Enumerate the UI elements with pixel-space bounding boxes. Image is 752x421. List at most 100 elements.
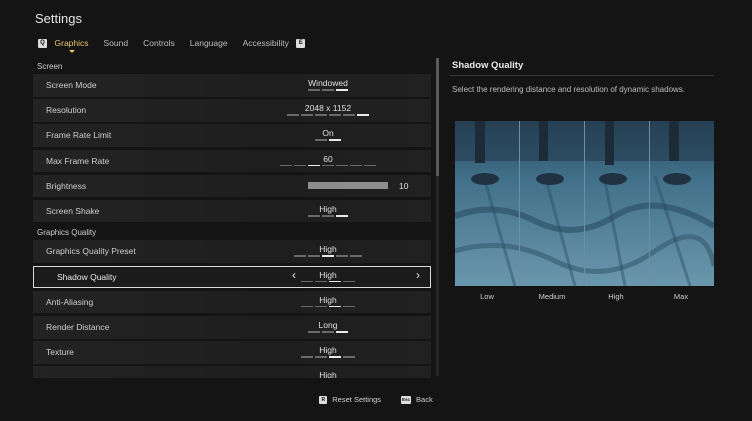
option-indicator-wrap <box>253 240 403 262</box>
option-segment <box>301 280 313 283</box>
back-button[interactable]: Esc Back <box>401 395 433 404</box>
option-indicator <box>253 331 403 333</box>
option-segment <box>329 356 341 358</box>
setting-row[interactable]: Max Frame Rate 60 <box>33 149 431 173</box>
option-indicator <box>253 305 403 308</box>
quality-label-high: High <box>608 292 624 301</box>
option-segment <box>322 89 334 91</box>
option-segment <box>329 305 341 308</box>
setting-row[interactable]: Screen Shake High <box>33 199 431 223</box>
option-segment <box>301 114 313 116</box>
option-segment <box>315 305 327 308</box>
section-header: Screen <box>37 62 63 71</box>
option-indicator-wrap <box>253 341 403 363</box>
setting-row[interactable]: Render Distance Long <box>33 316 431 339</box>
option-indicator <box>253 280 403 283</box>
option-segment <box>315 139 327 141</box>
option-indicator <box>253 255 403 258</box>
option-segment <box>343 305 355 308</box>
option-segment <box>308 89 320 91</box>
setting-label: Max Frame Rate <box>46 155 110 166</box>
option-indicator <box>253 114 403 116</box>
setting-row[interactable]: Resolution 2048 x 1152 <box>33 99 431 122</box>
option-indicator-wrap <box>253 366 403 378</box>
option-segment <box>343 356 355 358</box>
setting-row[interactable]: Anti-Aliasing High <box>33 290 431 314</box>
chevron-right-icon[interactable]: › <box>416 268 420 282</box>
reset-label: Reset Settings <box>332 395 382 404</box>
quality-label-low: Low <box>480 292 494 301</box>
setting-label: Resolution <box>46 105 87 116</box>
back-label: Back <box>416 395 433 404</box>
details-title: Shadow Quality <box>452 60 524 71</box>
option-indicator-wrap <box>253 316 403 338</box>
footer-bar: R Reset Settings Esc Back <box>0 395 752 404</box>
option-indicator <box>253 214 403 217</box>
option-segment <box>308 164 320 167</box>
setting-row[interactable]: Texture High <box>33 341 431 364</box>
option-segment <box>343 280 355 283</box>
option-segment <box>315 280 327 283</box>
setting-row[interactable]: High <box>33 366 431 378</box>
tab-graphics[interactable]: Graphics <box>55 38 89 48</box>
setting-label: Graphics Quality Preset <box>46 246 136 257</box>
option-indicator-wrap <box>253 74 403 96</box>
setting-label: Texture <box>46 347 74 358</box>
option-segment <box>315 114 327 116</box>
reset-key: R <box>319 395 328 404</box>
setting-label: Shadow Quality <box>57 271 117 282</box>
quality-label-medium: Medium <box>538 292 566 301</box>
option-segment <box>357 114 369 116</box>
option-indicator <box>253 356 403 358</box>
option-segment <box>336 255 348 258</box>
setting-row[interactable]: Shadow Quality High ‹ › <box>33 265 431 289</box>
option-segment <box>350 164 362 167</box>
option-segment <box>343 114 355 116</box>
setting-row[interactable]: Brightness 10 <box>33 174 431 198</box>
option-segment <box>301 356 313 358</box>
tab-prev-key[interactable]: Q <box>38 38 47 48</box>
setting-label: Frame Rate Limit <box>46 130 112 141</box>
preview-divider <box>584 121 585 286</box>
setting-row[interactable]: Screen Mode Windowed <box>33 74 431 97</box>
setting-row[interactable]: Frame Rate Limit On <box>33 124 431 147</box>
tab-sound[interactable]: Sound <box>104 38 129 48</box>
option-segment <box>364 164 376 167</box>
option-segment <box>301 305 313 308</box>
quality-label-max: Max <box>673 292 689 301</box>
tab-controls[interactable]: Controls <box>143 38 175 48</box>
option-segment <box>336 164 348 167</box>
page-title: Settings <box>35 11 82 26</box>
option-segment <box>294 255 306 258</box>
option-segment <box>287 114 299 116</box>
brightness-slider[interactable] <box>308 181 388 189</box>
scrollbar[interactable] <box>436 58 439 376</box>
tab-next-key[interactable]: E <box>296 38 306 48</box>
option-segment <box>308 255 320 258</box>
option-indicator-wrap <box>253 99 403 121</box>
shadow-quality-preview-image <box>455 121 714 286</box>
option-segment <box>329 280 341 283</box>
option-indicator-wrap <box>253 124 403 146</box>
option-indicator-wrap <box>253 200 403 222</box>
section-header: Graphics Quality <box>37 228 97 238</box>
option-segment <box>315 356 327 358</box>
setting-label: Render Distance <box>46 322 110 332</box>
option-indicator <box>253 139 403 141</box>
details-divider <box>450 75 714 76</box>
setting-label: Screen Mode <box>46 80 97 90</box>
tab-accessibility[interactable]: Accessibility <box>243 38 289 48</box>
tab-language[interactable]: Language <box>190 38 228 48</box>
option-segment <box>329 139 341 141</box>
option-segment <box>322 255 334 258</box>
reset-settings-button[interactable]: R Reset Settings <box>319 395 381 404</box>
setting-row[interactable]: Graphics Quality Preset High <box>33 240 431 263</box>
preview-divider <box>519 121 520 286</box>
option-segment <box>322 164 334 167</box>
option-indicator <box>253 89 403 91</box>
option-segment <box>336 214 348 217</box>
scrollbar-thumb[interactable] <box>436 58 439 176</box>
chevron-left-icon[interactable]: ‹ <box>292 268 296 282</box>
settings-list: Screen Screen Mode Windowed Resolution 2048 … <box>33 56 431 378</box>
option-segment <box>329 114 341 116</box>
